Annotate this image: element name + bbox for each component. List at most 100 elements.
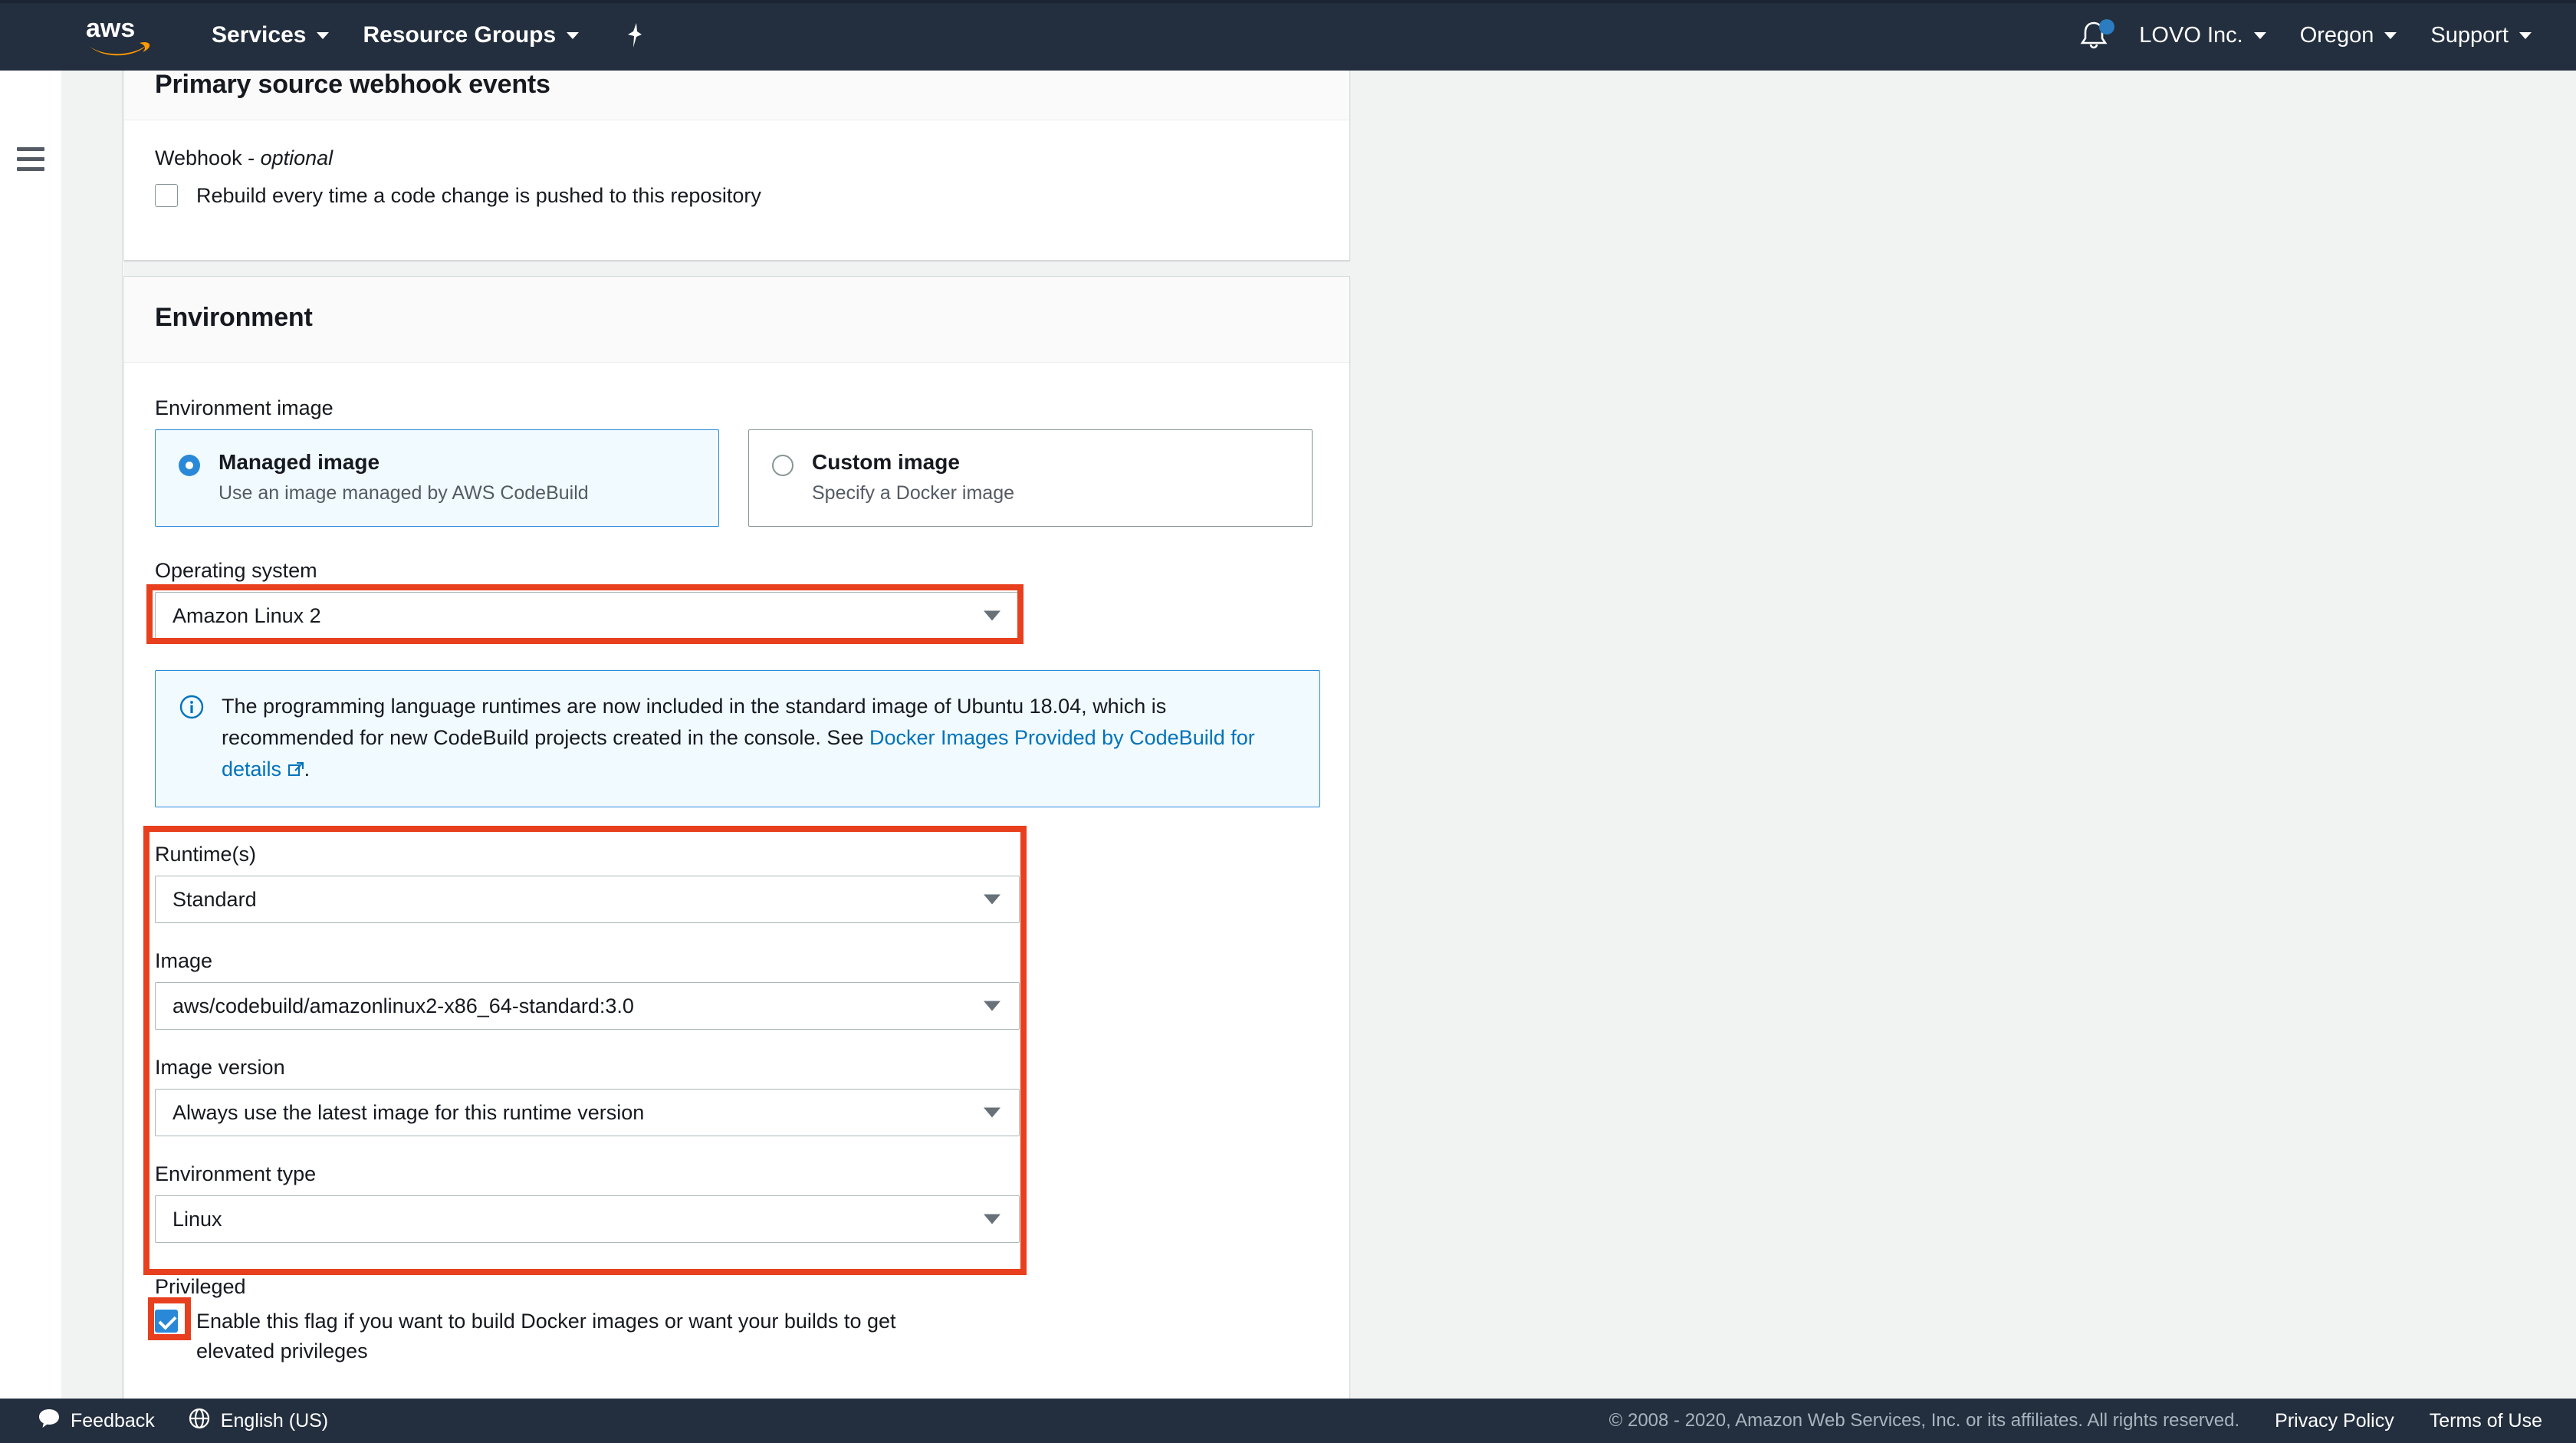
nav-item-services-label: Services xyxy=(212,22,307,48)
language-label: English (US) xyxy=(220,1409,329,1431)
language-selector[interactable]: English (US) xyxy=(189,1408,328,1435)
runtimes-select[interactable]: Standard xyxy=(155,876,1020,924)
environment-type-label: Environment type xyxy=(155,1162,317,1186)
environment-type-select[interactable]: Linux xyxy=(155,1195,1020,1244)
environment-card-header: Environment xyxy=(124,277,1349,363)
feedback-button[interactable]: Feedback xyxy=(38,1408,155,1434)
nav-item-account[interactable]: LOVO Inc. xyxy=(2122,0,2282,71)
privileged-group: Privileged Enable this flag if you want … xyxy=(155,1275,1319,1366)
environment-card: Environment Environment image Managed im… xyxy=(123,276,1350,1399)
footer-right: © 2008 - 2020, Amazon Web Services, Inc.… xyxy=(1609,1410,2542,1432)
radio-managed-image[interactable] xyxy=(179,455,200,476)
chevron-down-icon xyxy=(984,1001,1001,1011)
chevron-down-icon xyxy=(984,1214,1001,1224)
nav-item-account-label: LOVO Inc. xyxy=(2139,22,2243,48)
image-version-select[interactable]: Always use the latest image for this run… xyxy=(155,1089,1020,1137)
chevron-down-icon xyxy=(2384,31,2397,39)
chevron-down-icon xyxy=(567,31,580,39)
main-content: Primary source webhook events Webhook - … xyxy=(123,71,2576,1399)
runtime-info-alert: The programming language runtimes are no… xyxy=(155,670,1320,808)
globe-icon xyxy=(189,1408,210,1435)
chevron-down-icon xyxy=(984,1107,1001,1118)
external-link-icon xyxy=(288,758,304,781)
chevron-down-icon xyxy=(984,610,1001,621)
feedback-label: Feedback xyxy=(71,1409,155,1431)
copyright-text: © 2008 - 2020, Amazon Web Services, Inc.… xyxy=(1608,1410,2240,1431)
runtimes-group: Runtime(s) Standard xyxy=(155,843,1319,924)
option-managed-image[interactable]: Managed image Use an image managed by AW… xyxy=(155,429,719,527)
nav-item-services[interactable]: Services xyxy=(195,0,346,71)
footer-bar: Feedback English (US) © 2008 - 2020, Ama… xyxy=(0,1399,2576,1443)
operating-system-select[interactable]: Amazon Linux 2 xyxy=(155,592,1020,639)
privileged-checkbox-label: Enable this flag if you want to build Do… xyxy=(196,1310,896,1363)
aws-logo[interactable]: aws xyxy=(86,14,152,57)
chevron-down-icon xyxy=(984,894,1001,905)
image-version-value: Always use the latest image for this run… xyxy=(172,1100,645,1124)
image-group: Image aws/codebuild/amazonlinux2-x86_64-… xyxy=(155,949,1319,1030)
environment-image-label: Environment image xyxy=(155,396,334,419)
option-custom-image[interactable]: Custom image Specify a Docker image xyxy=(748,429,1313,527)
hamburger-bar xyxy=(17,157,44,161)
image-label: Image xyxy=(155,949,213,973)
hamburger-bar xyxy=(17,167,44,171)
option-managed-image-sub: Use an image managed by AWS CodeBuild xyxy=(219,482,589,504)
environment-card-body: Environment image Managed image Use an i… xyxy=(124,363,1349,1399)
nav-right-group: LOVO Inc. Oregon Support xyxy=(2076,0,2576,71)
webhook-card-title: Primary source webhook events xyxy=(155,71,550,99)
notifications-button[interactable] xyxy=(2076,18,2115,53)
rebuild-on-push-checkbox[interactable] xyxy=(155,184,178,207)
svg-text:aws: aws xyxy=(86,14,135,43)
runtimes-value: Standard xyxy=(172,887,257,911)
option-managed-image-title: Managed image xyxy=(219,450,380,474)
environment-type-group: Environment type Linux xyxy=(155,1162,1319,1244)
hamburger-bar xyxy=(17,147,44,151)
webhook-card-body: Webhook - optional Rebuild every time a … xyxy=(124,120,1349,260)
footer-left: Feedback English (US) xyxy=(38,1408,328,1435)
webhook-field-label: Webhook - optional xyxy=(155,146,1319,170)
top-navigation-bar: aws Services Resource Groups LOVO Inc. O… xyxy=(0,0,2576,71)
aws-console-page: aws Services Resource Groups LOVO Inc. O… xyxy=(0,0,2576,1443)
privileged-checkbox-row: Enable this flag if you want to build Do… xyxy=(155,1307,968,1366)
feedback-icon xyxy=(38,1408,60,1434)
webhook-card-header: Primary source webhook events xyxy=(124,71,1349,120)
environment-card-title: Environment xyxy=(155,303,313,332)
privacy-policy-link[interactable]: Privacy Policy xyxy=(2275,1410,2394,1432)
operating-system-group: Operating system Amazon Linux 2 xyxy=(155,559,1319,639)
operating-system-value: Amazon Linux 2 xyxy=(172,603,321,627)
runtime-info-alert-text: The programming language runtimes are no… xyxy=(222,691,1296,785)
nav-item-support-label: Support xyxy=(2430,22,2509,48)
menu-toggle-button[interactable] xyxy=(17,147,44,177)
pin-icon[interactable] xyxy=(616,0,657,71)
radio-custom-image[interactable] xyxy=(772,455,794,476)
terms-of-use-link[interactable]: Terms of Use xyxy=(2430,1410,2542,1432)
left-rail xyxy=(0,71,61,1443)
rebuild-on-push-label: Rebuild every time a code change is push… xyxy=(196,184,761,207)
nav-item-resource-groups[interactable]: Resource Groups xyxy=(346,0,596,71)
alert-text-after: . xyxy=(304,758,310,781)
sidebar-gutter xyxy=(61,71,123,1399)
webhook-card: Primary source webhook events Webhook - … xyxy=(123,71,1350,261)
nav-top-line xyxy=(0,0,2576,3)
privileged-checkbox[interactable] xyxy=(155,1310,178,1333)
nav-item-support[interactable]: Support xyxy=(2413,0,2548,71)
chevron-down-icon xyxy=(2519,31,2532,39)
image-version-group: Image version Always use the latest imag… xyxy=(155,1056,1319,1137)
option-custom-image-title: Custom image xyxy=(812,450,960,474)
notification-badge xyxy=(2099,19,2115,35)
image-value: aws/codebuild/amazonlinux2-x86_64-standa… xyxy=(172,994,634,1017)
image-version-label: Image version xyxy=(155,1056,285,1080)
chevron-down-icon xyxy=(2253,31,2266,39)
webhook-label-optional: optional xyxy=(260,146,334,169)
option-custom-image-sub: Specify a Docker image xyxy=(812,482,1015,504)
info-circle-icon xyxy=(179,694,205,785)
webhook-checkbox-row: Rebuild every time a code change is push… xyxy=(155,181,1319,211)
nav-item-region-label: Oregon xyxy=(2299,22,2374,48)
environment-type-value: Linux xyxy=(172,1207,222,1231)
image-select[interactable]: aws/codebuild/amazonlinux2-x86_64-standa… xyxy=(155,982,1020,1030)
privileged-label: Privileged xyxy=(155,1275,246,1299)
runtimes-label: Runtime(s) xyxy=(155,843,257,866)
operating-system-label: Operating system xyxy=(155,559,317,582)
chevron-down-icon xyxy=(317,31,330,39)
nav-primary-links: Services Resource Groups xyxy=(195,0,657,71)
nav-item-region[interactable]: Oregon xyxy=(2283,0,2414,71)
